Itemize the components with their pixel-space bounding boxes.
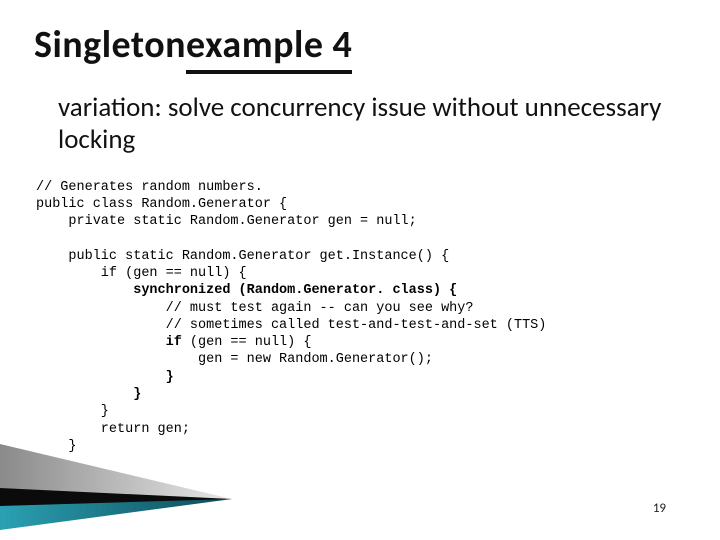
code-line xyxy=(36,335,166,350)
code-line: public static Random.Generator get.Insta… xyxy=(36,249,449,264)
code-block: // Generates random numbers. public clas… xyxy=(36,179,686,473)
code-bold-brace: } xyxy=(133,387,141,402)
code-line xyxy=(36,370,166,385)
slide-title: Singleton example 4 xyxy=(34,22,686,74)
code-line: if (gen == null) { xyxy=(36,266,247,281)
code-line: // must test again -- can you see why? xyxy=(36,301,473,316)
title-part-plain: Singleton xyxy=(34,22,186,70)
code-line: } xyxy=(36,439,77,454)
bullet-text: variation: solve concurrency issue witho… xyxy=(58,92,686,157)
code-line: // Generates random numbers. xyxy=(36,180,263,195)
bullet-item: variation: solve concurrency issue witho… xyxy=(34,92,686,157)
title-part-underlined: example 4 xyxy=(186,22,352,74)
code-line: // sometimes called test-and-test-and-se… xyxy=(36,318,546,333)
code-line: private static Random.Generator gen = nu… xyxy=(36,214,417,229)
code-line: } xyxy=(36,456,44,471)
page-number: 19 xyxy=(653,501,666,516)
code-line: } xyxy=(36,404,109,419)
code-line: public class Random.Generator { xyxy=(36,197,287,212)
code-bold-brace: } xyxy=(166,370,174,385)
slide: Singleton example 4 variation: solve con… xyxy=(0,0,720,540)
code-line xyxy=(36,387,133,402)
code-line: return gen; xyxy=(36,422,190,437)
code-line: gen = new Random.Generator(); xyxy=(36,352,433,367)
code-bold-synchronized: synchronized (Random.Generator. class) { xyxy=(133,283,457,298)
code-line: (gen == null) { xyxy=(182,335,312,350)
code-line xyxy=(36,283,133,298)
code-bold-if: if xyxy=(166,335,182,350)
